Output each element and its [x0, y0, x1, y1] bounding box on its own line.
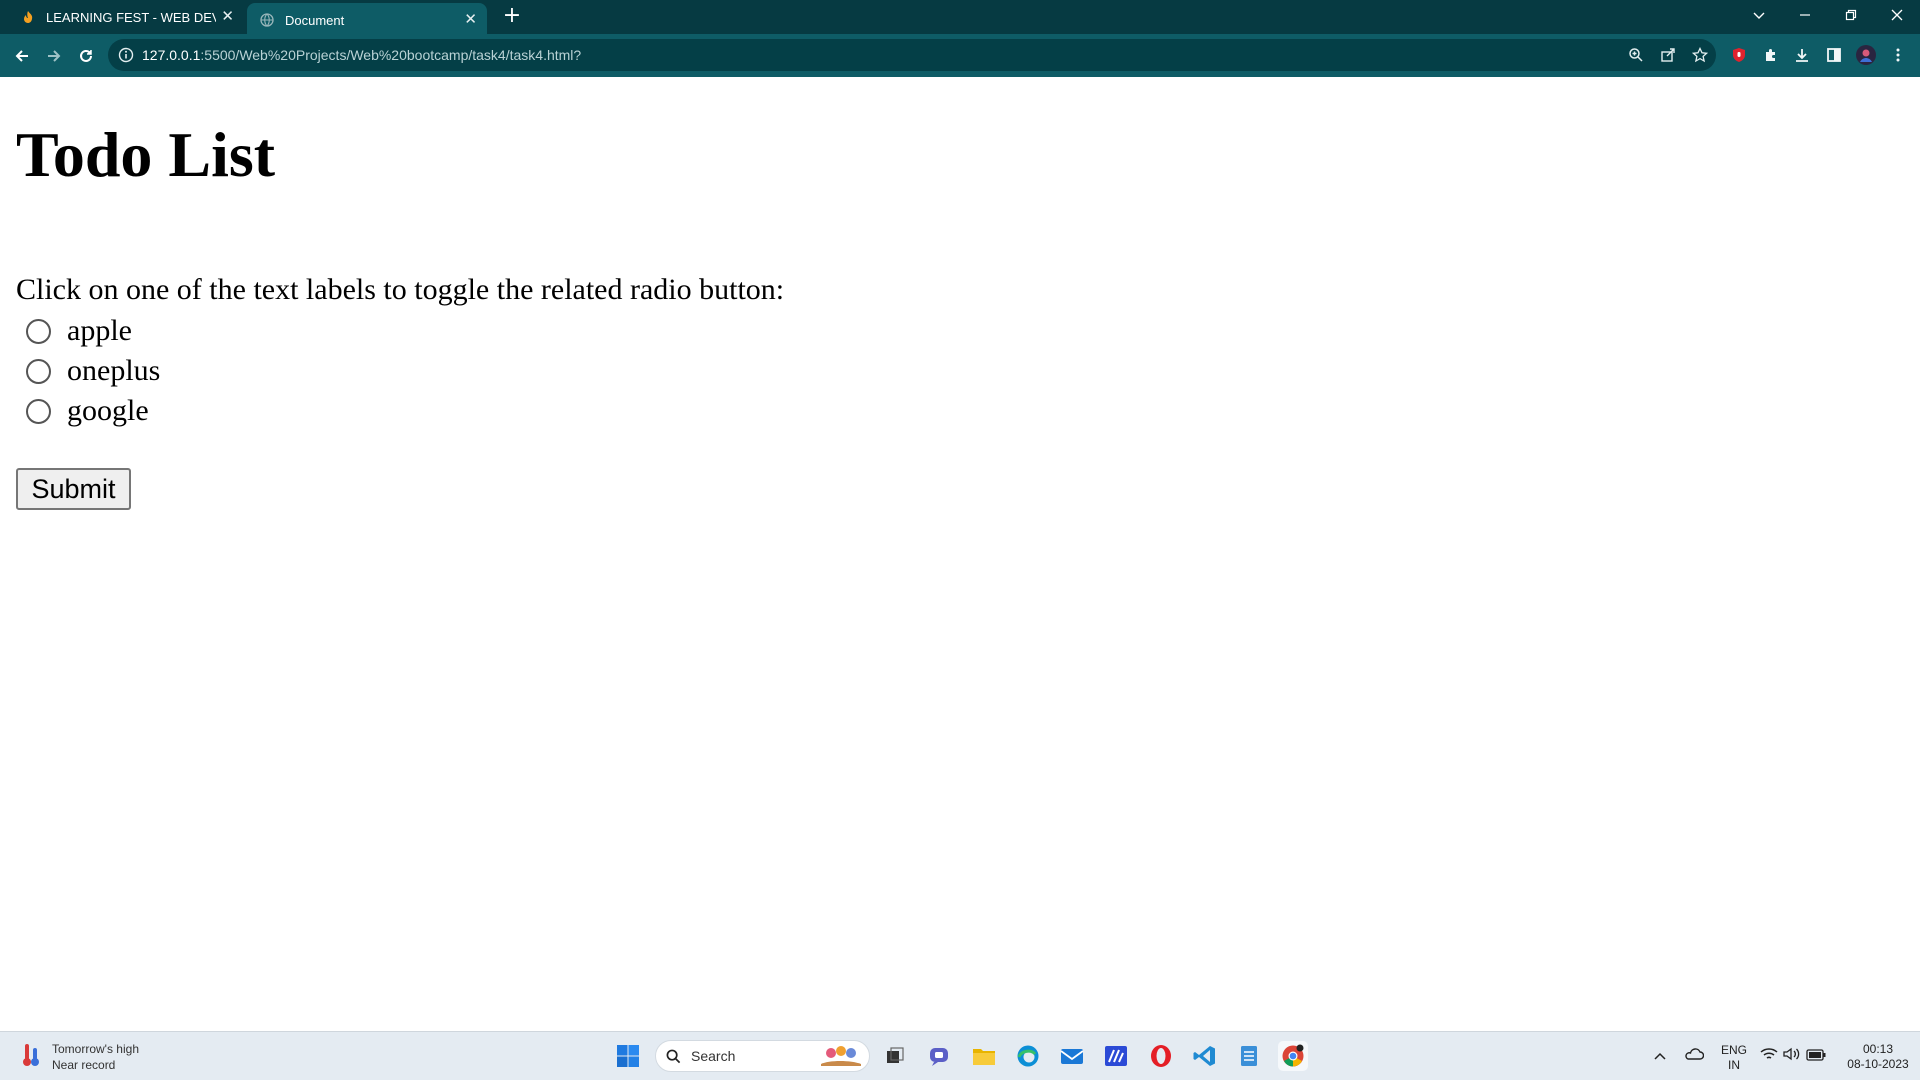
weather-line-2: Near record — [52, 1058, 116, 1072]
volume-icon[interactable] — [1783, 1047, 1801, 1066]
clock-time: 00:13 — [1862, 1042, 1894, 1056]
close-window-icon[interactable] — [1874, 0, 1920, 30]
extensions-puzzle-icon[interactable] — [1759, 43, 1783, 67]
browser-menu-icon[interactable] — [1886, 43, 1910, 67]
share-icon[interactable] — [1656, 43, 1680, 67]
instruction-text: Click on one of the text labels to toggl… — [16, 273, 785, 306]
tab-title: LEARNING FEST - WEB DEVELOP — [46, 9, 216, 25]
close-tab-icon[interactable]: ✕ — [464, 11, 477, 29]
clock-date: 08-10-2023 — [1847, 1057, 1909, 1071]
forward-arrow-icon[interactable] — [40, 42, 68, 70]
radio-button[interactable] — [26, 318, 51, 344]
chrome-browser-icon[interactable] — [1278, 1041, 1308, 1071]
thermometer-icon — [20, 1042, 42, 1073]
search-highlight-icon — [819, 1044, 863, 1071]
tab-title: Document — [285, 12, 345, 28]
back-arrow-icon[interactable] — [8, 42, 36, 70]
search-placeholder: Search — [691, 1048, 736, 1064]
address-bar[interactable]: 127.0.0.1:5500/Web%20Projects/Web%20boot… — [108, 39, 1716, 71]
globe-icon — [259, 12, 275, 28]
radio-button[interactable] — [26, 358, 51, 384]
tab-document[interactable]: Document ✕ — [247, 3, 487, 37]
site-info-icon[interactable] — [118, 47, 134, 67]
teams-chat-icon[interactable] — [924, 1041, 954, 1071]
language-indicator[interactable]: ENG IN — [1716, 1043, 1752, 1073]
onedrive-cloud-icon[interactable] — [1684, 1046, 1705, 1067]
notepad-icon[interactable] — [1234, 1041, 1264, 1071]
minimize-icon[interactable] — [1782, 0, 1828, 30]
url-host: 127.0.0.1 — [142, 47, 201, 63]
radio-label[interactable]: google — [67, 394, 149, 428]
windows-taskbar: Tomorrow's high Near record Search ENG I… — [0, 1031, 1920, 1080]
taskbar-search-box[interactable]: Search — [655, 1040, 870, 1072]
whiteboard-app-icon[interactable] — [1101, 1041, 1131, 1071]
file-explorer-icon[interactable] — [969, 1041, 999, 1071]
browser-toolbar: 127.0.0.1:5500/Web%20Projects/Web%20boot… — [0, 34, 1920, 77]
tab-strip: LEARNING FEST - WEB DEVELOP ✕ Document ✕… — [0, 0, 1920, 37]
edge-browser-icon[interactable] — [1013, 1041, 1043, 1071]
weather-widget[interactable]: Tomorrow's high Near record — [20, 1041, 139, 1073]
task-view-icon[interactable] — [880, 1041, 910, 1071]
zoom-icon[interactable] — [1624, 43, 1648, 67]
clock[interactable]: 00:13 08-10-2023 — [1836, 1042, 1920, 1072]
opera-browser-icon[interactable] — [1146, 1041, 1176, 1071]
radio-label[interactable]: oneplus — [67, 354, 160, 388]
radio-button[interactable] — [26, 398, 51, 424]
show-hidden-icons-chevron-icon[interactable] — [1654, 1048, 1666, 1066]
profile-avatar-icon[interactable] — [1854, 43, 1878, 67]
extension-shield-icon[interactable] — [1727, 43, 1751, 67]
mail-icon[interactable] — [1057, 1041, 1087, 1071]
wifi-icon[interactable] — [1760, 1047, 1778, 1066]
radio-label[interactable]: apple — [67, 314, 132, 348]
close-tab-icon[interactable]: ✕ — [221, 8, 234, 26]
language-line-1: ENG — [1720, 1043, 1747, 1057]
url-text[interactable]: 127.0.0.1:5500/Web%20Projects/Web%20boot… — [142, 47, 581, 63]
option-apple[interactable]: apple — [26, 312, 132, 350]
weather-line-1: Tomorrow's high — [52, 1042, 139, 1056]
restore-icon[interactable] — [1828, 0, 1874, 30]
option-google[interactable]: google — [26, 392, 149, 430]
flame-icon — [20, 9, 36, 25]
bookmark-star-icon[interactable] — [1688, 43, 1712, 67]
system-tray: ENG IN 00:13 08-10-2023 — [1648, 1032, 1920, 1080]
tab-learning-fest[interactable]: LEARNING FEST - WEB DEVELOP ✕ — [8, 0, 244, 34]
tab-search-chevron-icon[interactable] — [1736, 0, 1782, 30]
start-windows-icon[interactable] — [613, 1041, 643, 1071]
new-tab-icon[interactable]: + — [500, 5, 524, 29]
side-panel-icon[interactable] — [1822, 43, 1846, 67]
search-icon — [666, 1049, 681, 1064]
language-line-2: IN — [1728, 1058, 1740, 1072]
page-title: Todo List — [16, 119, 276, 190]
download-icon[interactable] — [1790, 43, 1814, 67]
page-content: Todo List Click on one of the text label… — [0, 77, 1920, 1031]
submit-button[interactable]: Submit — [16, 468, 131, 510]
url-path: :5500/Web%20Projects/Web%20bootcamp/task… — [200, 47, 582, 63]
battery-icon[interactable] — [1806, 1048, 1826, 1066]
vscode-icon[interactable] — [1190, 1041, 1220, 1071]
reload-icon[interactable] — [72, 42, 100, 70]
option-oneplus[interactable]: oneplus — [26, 352, 160, 390]
